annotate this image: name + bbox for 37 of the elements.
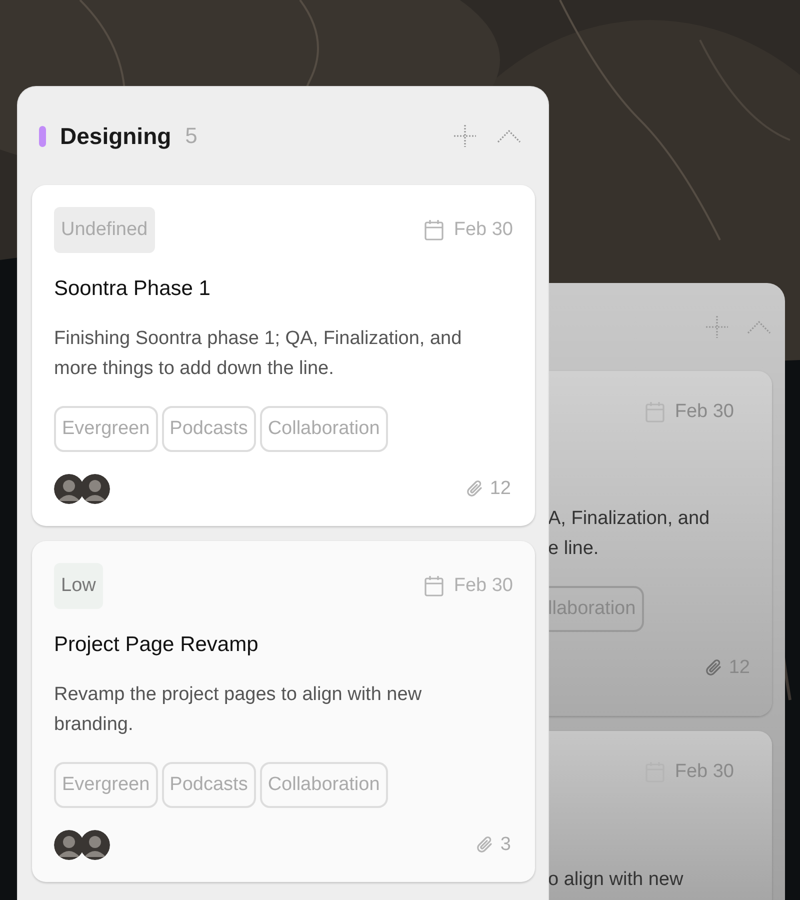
avatar [80, 474, 110, 504]
collapse-icon[interactable] [747, 320, 771, 334]
column-title: Designing [60, 122, 172, 150]
calendar-icon [644, 401, 665, 423]
card-title: Project Page Revamp [54, 633, 260, 657]
priority-badge: Low [54, 563, 103, 609]
tag[interactable]: Evergreen [54, 406, 158, 452]
add-icon[interactable] [705, 315, 729, 339]
card-description: Revamp the project pages to align with new branding. [54, 683, 423, 737]
due-date: Feb 30 [674, 401, 734, 423]
card-description: A, Finalization, and e line. [548, 507, 711, 561]
paperclip-icon [704, 658, 723, 678]
attachment-count: 3 [500, 834, 511, 856]
calendar-icon [424, 219, 444, 241]
card-description: Finishing Soontra phase 1; QA, Finalization, and more things to add down the line. [54, 327, 463, 381]
tag[interactable]: Podcasts [162, 762, 256, 808]
calendar-icon [424, 575, 444, 597]
add-icon[interactable] [453, 124, 477, 148]
paperclip-icon [476, 835, 494, 855]
tag[interactable]: Collaboration [260, 406, 388, 452]
avatar [54, 474, 84, 504]
tag[interactable]: Collaboration [260, 762, 388, 808]
avatar [80, 830, 110, 860]
attachment-count: 12 [490, 478, 511, 500]
tag[interactable]: Podcasts [162, 406, 256, 452]
collapse-icon[interactable] [497, 129, 521, 143]
paperclip-icon [466, 479, 484, 499]
due-date: Feb 30 [454, 575, 513, 597]
priority-badge: Undefined [54, 207, 155, 253]
task-card[interactable]: Undefined Feb 30 Soontra Phase 1 Finishing Soontra phase 1; QA, Finalization, and more things to add down the line. Evergreen Podcasts Collaboration 12 [32, 185, 535, 526]
task-card[interactable]: Low Feb 30 Project Page Revamp Revamp the project pages to align with new branding. Evergreen Podcasts Collaboration 3 [32, 541, 535, 882]
card-description: o align with new [548, 868, 684, 892]
due-date: Feb 30 [454, 219, 513, 241]
avatar [54, 830, 84, 860]
card-title: Soontra Phase 1 [54, 277, 212, 301]
card-count: 5 [185, 123, 198, 149]
tag[interactable]: Evergreen [54, 762, 158, 808]
